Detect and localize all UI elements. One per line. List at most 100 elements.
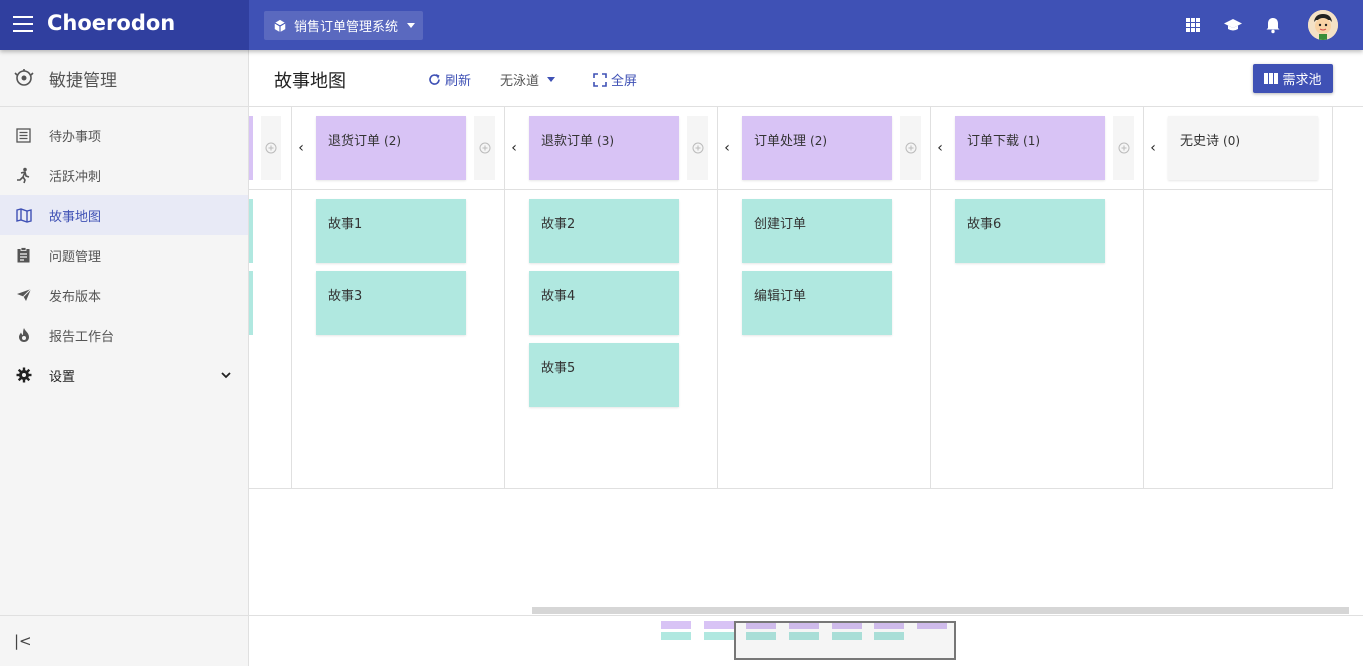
sidebar-menu: 待办事项 活跃冲刺 故事地图 问题管理 发布版本 报告工作台 设置 [0, 107, 248, 395]
sidebar-item-reports[interactable]: 报告工作台 [0, 315, 248, 355]
add-story-button[interactable] [687, 116, 708, 180]
graduation-cap-icon[interactable] [1223, 15, 1243, 35]
sidebar-item-label: 设置 [49, 369, 76, 385]
add-circle-icon [265, 142, 277, 154]
minimap-story [661, 632, 691, 640]
story-card[interactable]: 故事6 [955, 199, 1105, 263]
story-card[interactable]: 编辑订单 [742, 271, 892, 335]
story-card[interactable]: 故事1 [316, 199, 466, 263]
story-card[interactable]: 故事2 [529, 199, 679, 263]
sidebar-item-label: 问题管理 [49, 249, 102, 265]
caret-down-icon [407, 23, 416, 28]
collapse-icon: |< [14, 632, 32, 650]
add-circle-icon [905, 142, 916, 154]
epic-count: (1) [1023, 134, 1041, 148]
no-epic-card[interactable]: 无史诗 (0) [1168, 116, 1318, 180]
sidebar-item-label: 发布版本 [49, 289, 102, 305]
page-title: 故事地图 [274, 71, 346, 92]
sidebar-item-settings[interactable]: 设置 [0, 355, 248, 395]
project-selector[interactable]: 销售订单管理系统 [264, 11, 423, 40]
column-divider [1332, 107, 1333, 489]
chevron-left-icon[interactable]: ‹ [295, 140, 307, 156]
swimlane-label: 无泳道 [500, 74, 540, 89]
sidebar-item-story-map[interactable]: 故事地图 [0, 195, 248, 235]
sidebar: 敏捷管理 待办事项 活跃冲刺 故事地图 问题管理 发布版本 报告工作台 设置 |… [0, 50, 249, 666]
swimlane-dropdown[interactable]: 无泳道 [500, 70, 556, 89]
chevron-left-icon[interactable]: ‹ [934, 140, 946, 156]
fullscreen-button[interactable]: 全屏 [593, 70, 637, 89]
add-circle-icon [1118, 142, 1129, 154]
sidebar-heading: 敏捷管理 [49, 70, 117, 91]
story-card[interactable]: 故事3 [316, 271, 466, 335]
backlog-label: 需求池 [1282, 73, 1322, 88]
chevron-left-icon[interactable]: ‹ [1147, 140, 1159, 156]
epic-card-partial[interactable] [249, 116, 253, 180]
avatar-face-icon [1308, 10, 1338, 40]
chevron-left-icon[interactable]: ‹ [721, 140, 733, 156]
story-card[interactable]: 故事4 [529, 271, 679, 335]
apps-grid-icon[interactable] [1183, 15, 1203, 35]
backlog-button[interactable]: 需求池 [1253, 64, 1333, 93]
sidebar-item-label: 活跃冲刺 [49, 169, 102, 185]
minimap-viewport[interactable] [734, 621, 956, 660]
sidebar-item-label: 报告工作台 [49, 329, 115, 345]
sidebar-item-label: 故事地图 [49, 209, 102, 225]
sidebar-item-active-sprint[interactable]: 活跃冲刺 [0, 155, 248, 195]
minimap[interactable] [249, 615, 1363, 666]
board-bottom-divider [249, 488, 1333, 489]
send-icon [15, 287, 32, 304]
column-divider [717, 107, 718, 489]
horizontal-scrollbar[interactable] [532, 607, 1349, 614]
epic-count: (0) [1223, 134, 1241, 148]
epic-card[interactable]: 订单处理 (2) [742, 116, 892, 180]
project-name: 销售订单管理系统 [294, 20, 399, 35]
collapse-sidebar-button[interactable]: |< [0, 615, 248, 666]
column-divider [1143, 107, 1144, 489]
sidebar-title: 敏捷管理 [0, 50, 248, 107]
column-divider [930, 107, 931, 489]
add-story-button[interactable] [900, 116, 921, 180]
story-map-board[interactable]: ‹ 退货订单 (2) 故事1 故事3 ‹ 退款订单 (3) 故事2 故事4 故事5 … [249, 107, 1363, 607]
refresh-button[interactable]: 刷新 [428, 70, 471, 89]
add-circle-icon [479, 142, 490, 154]
epic-name: 退款订单 [541, 134, 594, 149]
gear-icon [15, 367, 32, 384]
minimap-epic [661, 621, 691, 629]
sidebar-item-backlog[interactable]: 待办事项 [0, 115, 248, 155]
epic-card[interactable]: 订单下载 (1) [955, 116, 1105, 180]
brand-area: Choerodon [0, 0, 249, 50]
bell-icon[interactable] [1263, 15, 1283, 35]
cube-icon [274, 19, 286, 32]
epic-name: 退货订单 [328, 134, 381, 149]
chevron-left-icon[interactable]: ‹ [508, 140, 520, 156]
epic-name: 订单处理 [754, 134, 807, 149]
menu-icon[interactable] [13, 16, 33, 32]
clipboard-icon [15, 247, 32, 264]
fullscreen-icon [593, 72, 607, 87]
minimap-epic [704, 621, 734, 629]
header-divider [249, 189, 1333, 190]
sidebar-item-release[interactable]: 发布版本 [0, 275, 248, 315]
epic-card[interactable]: 退货订单 (2) [316, 116, 466, 180]
fire-icon [15, 327, 32, 344]
epic-count: (2) [384, 134, 402, 148]
story-card-partial[interactable] [249, 271, 253, 335]
add-story-button[interactable] [261, 116, 281, 180]
caret-down-icon [547, 77, 556, 82]
map-icon [15, 207, 32, 224]
epic-count: (2) [810, 134, 828, 148]
running-icon [15, 167, 32, 184]
top-header: Choerodon 销售订单管理系统 [0, 0, 1363, 50]
epic-card[interactable]: 退款订单 (3) [529, 116, 679, 180]
add-story-button[interactable] [1113, 116, 1134, 180]
story-card-partial[interactable] [249, 199, 253, 263]
brand-logo[interactable]: Choerodon [47, 11, 175, 35]
story-card[interactable]: 创建订单 [742, 199, 892, 263]
epic-name: 订单下载 [967, 134, 1020, 149]
refresh-label: 刷新 [445, 74, 472, 89]
avatar[interactable] [1308, 10, 1338, 40]
chevron-down-icon[interactable] [221, 371, 231, 379]
sidebar-item-issues[interactable]: 问题管理 [0, 235, 248, 275]
add-story-button[interactable] [474, 116, 495, 180]
story-card[interactable]: 故事5 [529, 343, 679, 407]
